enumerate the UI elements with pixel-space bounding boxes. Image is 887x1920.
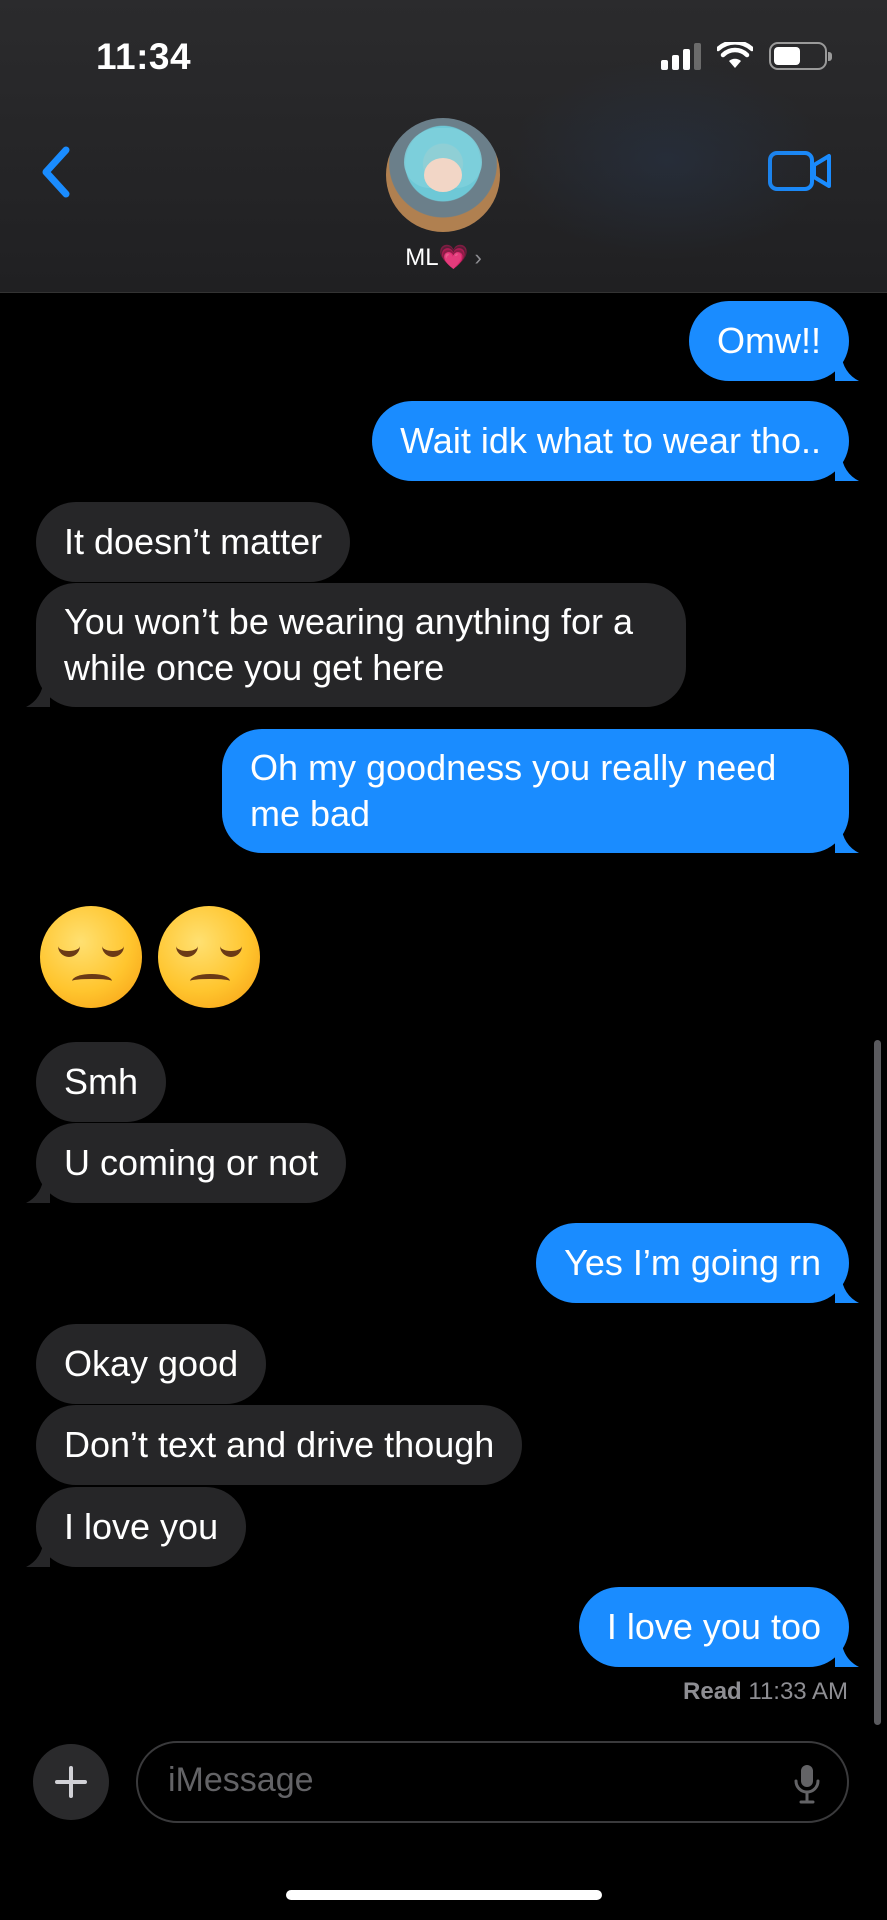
message-bubble-received[interactable]: Okay good [36,1324,267,1404]
back-button[interactable] [34,140,74,204]
messages-screen: 11:34 ML💗 › Omw!! Wait idk what to wear … [0,0,887,1920]
video-camera-icon [768,151,831,191]
message-bubble-received[interactable]: U coming or not [26,1123,347,1203]
status-time: 11:34 [96,36,192,77]
message-bubble-sent[interactable]: Oh my goodness you really need me bad [222,729,859,853]
message-bubble-received[interactable]: Don’t text and drive though [36,1405,523,1485]
message-emoji-row[interactable] [40,906,270,1012]
message-text: Omw!! [717,320,821,361]
message-bubble-received[interactable]: I love you [26,1487,247,1567]
read-label: Read [683,1678,742,1705]
contact-name: ML💗 [405,244,469,271]
message-text: Wait idk what to wear tho.. [400,420,821,461]
unamused-face-icon [40,906,142,1008]
home-indicator[interactable] [286,1890,602,1900]
wifi-icon [717,42,753,68]
message-bubble-sent[interactable]: Yes I’m going rn [536,1223,859,1303]
message-text: I love you [64,1506,219,1547]
message-text: I love you too [606,1606,821,1647]
message-text: Don’t text and drive though [64,1424,495,1465]
message-bubble-received[interactable]: Smh [36,1042,167,1122]
unamused-face-icon [158,906,260,1008]
message-bubble-sent[interactable]: Omw!! [689,301,859,381]
message-input[interactable]: iMessage [136,1741,849,1823]
contact-avatar[interactable] [386,118,500,232]
message-text: Okay good [64,1343,239,1384]
plus-icon [55,1766,87,1798]
message-bubble-sent[interactable]: I love you too [578,1587,859,1667]
message-text: U coming or not [64,1142,319,1183]
video-call-button[interactable] [768,150,832,192]
message-input-placeholder: iMessage [168,1761,314,1799]
chevron-right-icon: › [474,245,482,270]
message-bubble-received[interactable]: It doesn’t matter [36,502,351,582]
chevron-left-icon [42,146,70,198]
battery-icon [769,42,832,70]
message-text: You won’t be wearing anything for a whil… [64,601,634,688]
read-receipt: Read 11:33 AM [683,1678,848,1706]
message-bubble-sent[interactable]: Wait idk what to wear tho.. [372,401,859,481]
scrollbar[interactable] [874,1040,881,1725]
conversation-header: 11:34 ML💗 › [0,0,887,293]
apps-plus-button[interactable] [33,1744,109,1820]
cellular-signal-icon [661,42,701,70]
microphone-icon[interactable] [793,1763,821,1805]
message-text: Yes I’m going rn [564,1242,821,1283]
contact-name-row[interactable]: ML💗 › [0,243,887,272]
message-text: Oh my goodness you really need me bad [250,747,777,834]
read-time: 11:33 AM [748,1678,848,1705]
message-bubble-received[interactable]: You won’t be wearing anything for a whil… [26,583,686,707]
status-icons [661,42,832,70]
message-text: Smh [64,1061,139,1102]
message-text: It doesn’t matter [64,521,323,562]
